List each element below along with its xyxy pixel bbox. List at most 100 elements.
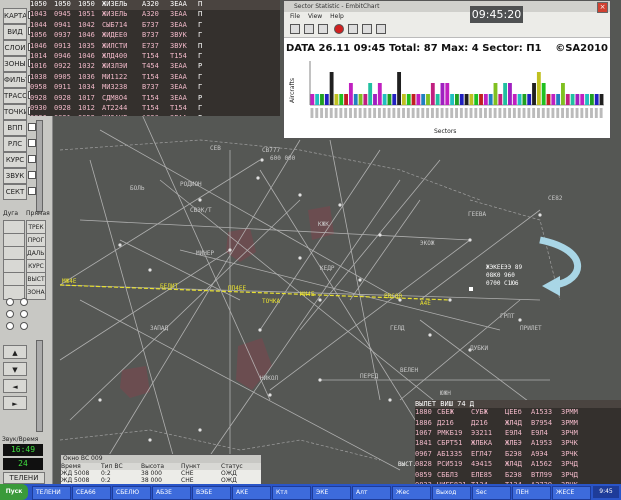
taskbar-item[interactable]: Sec [472,486,511,500]
save-icon[interactable] [304,24,314,34]
table-row[interactable]: 0967 АБ1335 ЕГЛ47 Б2Э8 А9Э4 ЗРЧК [415,450,621,460]
table-row[interactable]: 0930 0928 1012 АТ2244 Т154 Т154 Г [30,104,280,114]
pan-up-button[interactable]: ▲ [3,345,27,359]
taskbar-item[interactable]: ВЭБЕ [192,486,231,500]
radio-2[interactable] [20,298,28,306]
table-row[interactable]: 1044 0941 1042 СЫБ714 Б737 ЗЕАА Г [30,21,280,31]
open-icon[interactable] [290,24,300,34]
table-row[interactable]: 0828 РСИ519 4Э415 ЖЛ4Д А1562 ЗРЧД [415,460,621,470]
table-row[interactable]: 0958 0911 1034 МИ3238 В737 ЗЕАА Г [30,83,280,93]
aircraft-track[interactable]: ЖЭКЕЕЭЭ 89 08К0 960 0700 С1Ю6 [469,264,523,291]
pause-icon[interactable] [362,24,372,34]
aircraft-label-line-3: 0700 С1Ю6 [486,280,519,287]
menu-view[interactable]: View [308,13,322,20]
toolbar-button-6[interactable]: ТОЧКИ [3,104,27,120]
teleni-button[interactable]: ТЕЛЕНИ [3,472,45,484]
table-row[interactable]: 1016 0922 1032 ЖИЗЛЭЙ Т454 ЗЕАА Р [30,62,280,72]
toolbar-checkbox[interactable] [28,171,36,179]
record-icon[interactable] [334,24,344,34]
map-label: ЗАПАД [150,325,168,332]
table-row[interactable]: 1046 0913 1035 ЖИЛСТИ Е737 ЗВУК П [30,42,280,52]
table-row[interactable]: 1014 0946 1046 ЖЛД400 Т154 Т154 Г [30,52,280,62]
radio-5[interactable] [6,322,14,330]
taskbar-item[interactable]: ЖЕСЕ [552,486,591,500]
radio-6[interactable] [20,322,28,330]
taskbar-item[interactable]: Выход [432,486,471,500]
aircraft-symbol[interactable] [469,287,473,291]
dialog-cell: ЖД 5008 [61,477,90,484]
menu-file[interactable]: File [290,13,300,20]
waypoint [256,176,260,180]
chart-tick-label [527,108,531,118]
taskbar-item[interactable]: АКЕ [232,486,271,500]
aircraft-dialog[interactable]: Окно ВС 009 Время Тип ВС Высота Пункт Статус… [60,454,262,486]
table-row[interactable]: 1056 0937 1046 ЖИДЕЕ0 В737 ЗВУК Г [30,31,280,41]
toolbar-button-10[interactable]: ЗВУК [3,168,27,184]
taskbar-item[interactable]: ПЕН [512,486,551,500]
stop-icon[interactable] [376,24,386,34]
vertical-slider[interactable] [36,120,43,212]
table-cell: СЫБ714 [102,20,128,29]
sector-statistic-window[interactable]: Sector Statistic - EmbitChart × File Vie… [283,0,611,139]
toolbar-checkbox[interactable] [28,187,36,195]
chart-tick-label [565,108,569,118]
table-row[interactable]: 1841 СБРТ51 ЖЛБКА ЖЛБЭ А1953 ЗРЧК [415,439,621,449]
toolbar-button-3[interactable]: ЗОНЫ [3,56,27,72]
chart-tick-label [488,108,492,118]
mode-button-5[interactable]: ЗОНА [26,285,46,300]
taskbar-item[interactable]: Алт [352,486,391,500]
route-fix-label: А4Е [420,300,431,307]
table-row[interactable]: 1067 РМКБ19 Э3211 Е9Л4 Е9Л4 ЗРЧМ [415,429,621,439]
taskbar-item[interactable]: ЭКЕ [312,486,351,500]
toolbar-button-7[interactable]: ВПП [3,120,27,136]
toolbar-button-0[interactable]: КАРТА [3,8,27,24]
pan-down-button[interactable]: ▼ [3,362,27,376]
play-icon[interactable] [348,24,358,34]
table-row[interactable]: 0859 СББЛ3 ЕЛЕ85 Б2Э8 ВТЛ99 ЗРЧД [415,471,621,481]
pan-left-button[interactable]: ◄ [3,379,27,393]
toolbar-button-9[interactable]: КУРС [3,152,27,168]
toolbar-checkbox[interactable] [28,155,36,163]
toolbar-button-8[interactable]: РЛС [3,136,27,152]
taskbar-item[interactable]: АБЗЕ [152,486,191,500]
toolbar-button-5[interactable]: ТРАССЫ [3,88,27,104]
toolbar-button-4[interactable]: ФИЛЬТР [3,72,27,88]
radio-3[interactable] [6,310,14,318]
zoom-slider[interactable] [36,340,43,432]
table-row[interactable]: 0928 0928 1017 СДМ8О4 Т154 ЗЕАА Р [30,94,280,104]
dialog-row[interactable]: ЖД 5008 0:2 38 000 СНЕ ОЖД [61,470,261,477]
taskbar-item[interactable]: Ктл [272,486,311,500]
taskbar-item[interactable]: СЕА66 [72,486,111,500]
toolbar-button-11[interactable]: СЕКТ [3,184,27,200]
close-icon[interactable]: × [597,2,608,13]
table-row[interactable]: 1886 Д216 Д216 ЖЛ4Д В7954 ЗРММ [415,419,621,429]
taskbar-item[interactable]: Жес [392,486,431,500]
radio-4[interactable] [20,310,28,318]
taskbar-item[interactable]: СБЕЛЮ [112,486,151,500]
taskbar-item[interactable]: ТЕЛЕНИ [32,486,71,500]
radio-1[interactable] [6,298,14,306]
table-cell: ЗРММ [561,408,578,417]
dialog-row[interactable]: ЖД 5008 0:2 38 000 СНЕ ОЖД [61,477,261,484]
chart-bar [348,83,353,105]
chart-tick-label [541,108,545,118]
table-row[interactable]: 093609210952ЖИЗАКЕА320ЗЕААР [30,114,280,116]
table-cell: 1038 [30,72,47,81]
waypoint [358,278,362,282]
toolbar-button-1[interactable]: ВИД [3,24,27,40]
chart-bar [324,94,329,105]
menu-help[interactable]: Help [330,13,344,20]
table-row[interactable]: 1038 0905 1036 МИ1122 Т154 ЗЕАА Г [30,73,280,83]
pan-right-button[interactable]: ► [3,396,27,410]
chart-tick-label [537,108,540,118]
table-row[interactable]: 1880 СБЕЖ СУБЖ ЦЕЕб А1533 ЗРММ [415,408,621,418]
print-icon[interactable] [318,24,328,34]
route-fix-label: МЖ4Е [62,278,77,285]
toolbar-checkbox[interactable] [28,139,36,147]
table-row[interactable]: 1043 0945 1051 ЖИЗЕЛЬ А320 ЗЕАА П [30,10,280,20]
chart-tick-label [387,108,391,118]
toolbar-checkbox[interactable] [28,123,36,131]
toolbar-button-2[interactable]: СЛОИ [3,40,27,56]
chart-tick-label [324,108,328,118]
start-button[interactable]: Пуск [0,484,28,500]
